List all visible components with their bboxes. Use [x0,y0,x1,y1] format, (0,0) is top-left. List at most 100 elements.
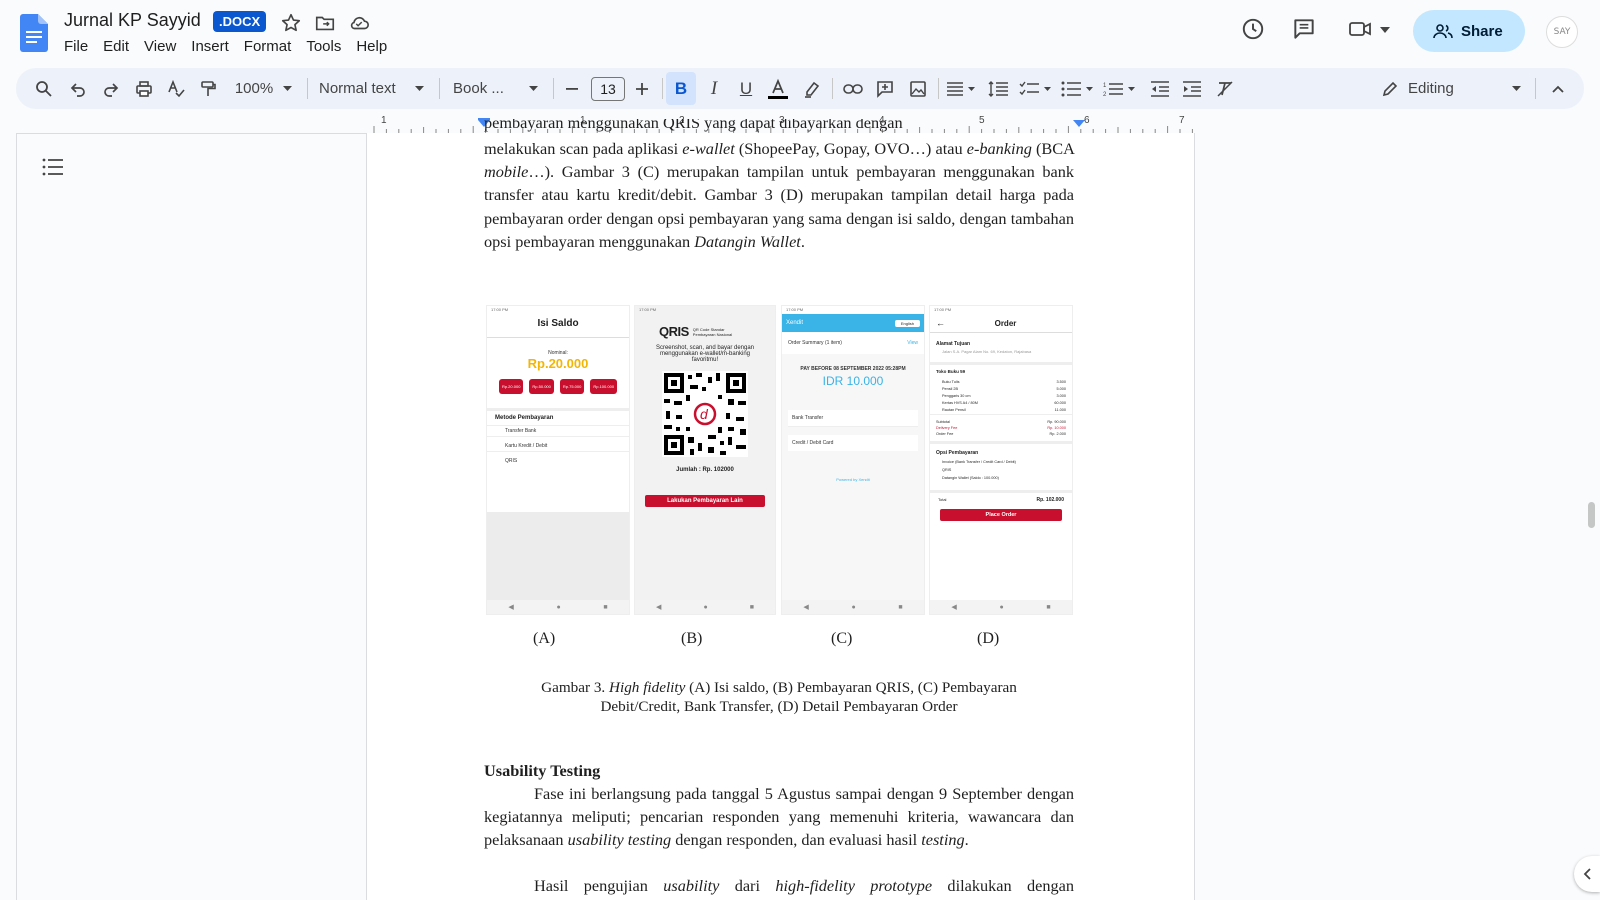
text-run: melakukan scan pada aplikasi [484,139,683,158]
chevron-left-icon [1583,868,1591,880]
nominal-value: Rp.20.000 [527,356,589,371]
order-item-name: Kertas HVS A4 / 80M [942,401,978,406]
summary-row: Order Fee Rp. 2.000 [936,431,1066,437]
text-run: (BCA [1031,139,1074,158]
summary-value: Rp. 90.000 [1047,419,1066,424]
numbered-list-icon[interactable]: 12 [1100,68,1138,109]
underline-button[interactable]: U [732,68,760,109]
text-color-icon[interactable] [764,68,792,109]
paragraph-1: melakukan scan pada aplikasi e-wallet (S… [484,137,1074,253]
font-size-input[interactable]: 13 [591,77,625,101]
order-item-name: Rautan Pensil [942,408,966,413]
line-spacing-icon[interactable] [984,68,1012,109]
decrease-indent-icon[interactable] [1146,68,1174,109]
meet-dropdown-icon[interactable] [1380,27,1390,33]
zoom-value: 100% [234,80,274,97]
undo-icon[interactable] [66,68,90,109]
top-bar: Jurnal KP Sayyid .DOCX File Edit View In… [0,0,1600,64]
zoom-select[interactable]: 100% [230,68,278,109]
meet-camera-icon[interactable] [1348,19,1372,39]
version-history-icon[interactable] [1240,16,1266,42]
formatting-toolbar: 100% Normal text Book ... 13 B I U 12 Ed… [16,68,1584,109]
bulleted-list-icon[interactable] [1058,68,1096,109]
figure-label-d: (D) [977,630,1000,647]
clear-formatting-icon[interactable] [1211,68,1239,109]
section-heading: Usability Testing [484,761,601,780]
document-title[interactable]: Jurnal KP Sayyid [64,10,201,31]
font-value: Book ... [453,80,504,97]
share-button[interactable]: Share [1413,10,1525,52]
screen-title: Isi Saldo [537,318,579,329]
print-icon[interactable] [132,68,156,109]
font-select[interactable]: Book ... [453,68,513,109]
method-item: Transfer Bank [487,425,629,436]
mode-dropdown-icon[interactable] [1509,68,1523,109]
docs-logo-icon[interactable] [20,14,48,52]
star-icon[interactable] [280,12,302,34]
menu-format[interactable]: Format [244,38,307,55]
style-dropdown-icon[interactable] [412,68,426,109]
comments-icon[interactable] [1291,16,1317,42]
avatar[interactable]: SAY [1546,16,1578,48]
search-menus-icon[interactable] [32,68,56,109]
hide-menus-chevron-icon[interactable] [1546,68,1570,109]
paragraph-style-value: Normal text [319,80,396,97]
payment-option: Invoice (Bank Transfer / Credit Card / D… [942,459,1016,464]
increase-indent-icon[interactable] [1178,68,1206,109]
menu-bar: File Edit View Insert Format Tools Help [64,38,402,55]
bank-transfer-option: Bank Transfer [788,410,918,427]
document-page[interactable]: pembayaran menggunakan QRIS yang dapat d… [366,119,1195,900]
menu-tools[interactable]: Tools [306,38,356,55]
checklist-icon[interactable] [1016,68,1054,109]
menu-insert[interactable]: Insert [191,38,244,55]
highlight-color-icon[interactable] [798,68,826,109]
menu-file[interactable]: File [64,38,103,55]
android-nav-bar: ◀ ● ■ [782,600,924,614]
text-run: Hasil pengujian [534,876,664,895]
qris-description: Screenshot, scan, and bayar dengan mengg… [655,345,755,363]
bold-button[interactable]: B [666,72,696,105]
summary-value: Rp. 2.000 [1049,431,1066,436]
paint-format-icon[interactable] [196,68,220,109]
add-comment-icon[interactable] [871,68,899,109]
payment-option: Datangin Wallet (Saldo : 100.000) [930,474,1072,493]
back-arrow-icon: ← [936,318,945,328]
increase-font-size-icon[interactable] [632,68,652,109]
android-nav-bar: ◀ ● ■ [635,600,775,614]
figure-screen-isi-saldo[interactable]: 17:00 PM Isi Saldo Nominal: Rp.20.000 Rp… [486,305,630,615]
editing-mode-select[interactable]: Editing [1382,68,1522,109]
figure-screen-xendit[interactable]: 17:00 PM Xendit English Order Summary (1… [781,305,925,615]
order-item: Buku Tulis 3.500 [942,378,1066,385]
side-panel-toggle[interactable] [1574,856,1600,892]
insert-link-icon[interactable] [839,68,867,109]
menu-edit[interactable]: Edit [103,38,144,55]
move-folder-icon[interactable] [314,12,336,34]
text-run: mobile [484,162,529,182]
italic-button[interactable]: I [700,68,728,109]
spellcheck-icon[interactable] [164,68,188,109]
method-title: Metode Pembayaran [495,415,554,421]
figure-screen-order[interactable]: 17:00 PM ← Order Alamat Tujuan Jalan S.A… [929,305,1073,615]
total-value: Rp. 102.000 [1036,496,1064,503]
cloud-status-icon[interactable] [348,12,370,34]
order-item-price: 60.000 [1054,401,1066,406]
zoom-dropdown-icon[interactable] [280,68,294,109]
paragraph-style-select[interactable]: Normal text [319,68,411,109]
font-dropdown-icon[interactable] [526,68,540,109]
decrease-font-size-icon[interactable] [562,68,582,109]
menu-view[interactable]: View [144,38,191,55]
editing-mode-value: Editing [1408,80,1454,97]
figure-label-c: (C) [831,630,853,647]
order-item-price: 5.000 [1056,386,1066,391]
redo-icon[interactable] [99,68,123,109]
align-icon[interactable] [944,68,978,109]
figure-screen-qris[interactable]: 17:00 PM QRIS QR Code Standar Pembayaran… [634,305,776,615]
menu-help[interactable]: Help [356,38,402,55]
document-outline-icon[interactable] [42,158,64,176]
insert-image-icon[interactable] [904,68,932,109]
caption-run: (A) Isi saldo, (B) Pembayaran QRIS, (C) … [685,679,1017,696]
status-bar: 17:00 PM [782,306,924,314]
payment-options-title: Opsi Pembayaran [936,449,979,456]
address-text: Jalan S.A. Pagar Alam No. 69, Kedaton, R… [930,349,1072,365]
vertical-scrollbar[interactable] [1588,502,1595,528]
